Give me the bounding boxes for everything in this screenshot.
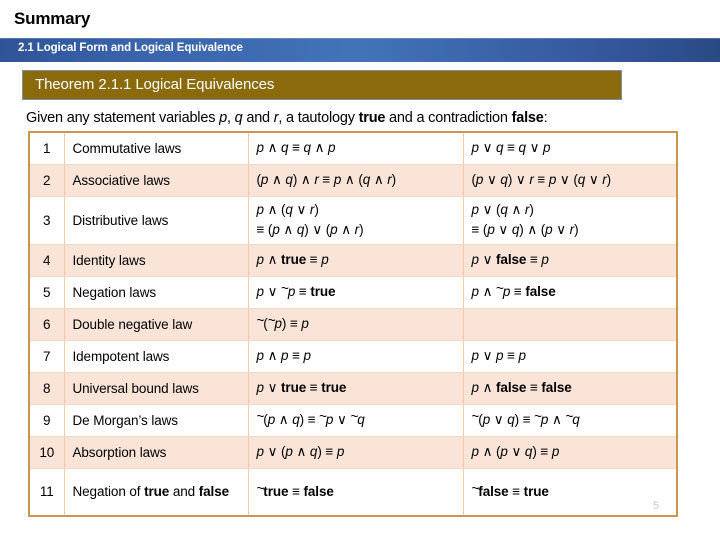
law-formula-left: (p ∧ q) ∧ r ≡ p ∧ (q ∧ r) [248,164,464,197]
law-formula-left: p ∨ (p ∧ q) ≡ p [248,436,464,469]
row-number: 3 [29,196,65,245]
law-formula-left: ~(~p) ≡ p [248,308,464,341]
law-name: Associative laws [64,164,249,197]
law-formula-right: p ∧ ~p ≡ false [463,276,677,309]
law-name: De Morgan’s laws [64,404,249,437]
intro-part-3: , a tautology [278,110,359,126]
law-formula-right: p ∧ false ≡ false [463,372,677,405]
table-row: 5 Negation laws p ∨ ~p ≡ true p ∧ ~p ≡ fals… [29,276,677,309]
law-formula-left: p ∧ true ≡ p [248,244,464,277]
table-row: 1 Commutative laws p ∧ q ≡ q ∧ pp ∨ q ≡ q … [29,132,677,165]
law-formula-right: p ∨ (q ∧ r) ≡ (p ∨ q) ∧ (p ∨ r) [463,196,677,245]
law-formula-right: ~(p ∨ q) ≡ ~p ∧ ~q [463,404,677,437]
law-formula-left: ~(p ∧ q) ≡ ~p ∨ ~q [248,404,464,437]
intro-part-4: and a contradiction [385,110,512,126]
law-formula-left: p ∨ ~p ≡ true [248,276,464,309]
table-row: 3 Distributive laws p ∧ (q ∨ r) ≡ (p ∧ q) ∨… [29,196,677,245]
theorem-banner: Theorem 2.1.1 Logical Equivalences [22,70,622,100]
row-number: 5 [29,276,65,309]
intro-sentence: Given any statement variables p, q and r… [26,110,548,126]
law-name: Idempotent laws [64,340,249,373]
law-name: Commutative laws [64,132,249,165]
row-number: 6 [29,308,65,341]
law-formula-right [463,308,677,341]
intro-part-2: and [242,110,274,126]
law-name: Negation of true and false [64,468,249,516]
law-formula-left: p ∨ true ≡ true [248,372,464,405]
section-header-bar: 2.1 Logical Form and Logical Equivalence [0,38,720,62]
law-name: Double negative law [64,308,249,341]
law-formula-left: p ∧ q ≡ q ∧ p [248,132,464,165]
row-number: 7 [29,340,65,373]
intro-var-q: q [234,110,243,126]
law-name: Identity laws [64,244,249,277]
intro-true-keyword: true [358,110,386,126]
row-number: 8 [29,372,65,405]
theorem-banner-label: Theorem 2.1.1 Logical Equivalences [35,76,275,93]
row-number: 1 [29,132,65,165]
law-name: Negation laws [64,276,249,309]
law-formula-right: p ∨ p ≡ p [463,340,677,373]
law-formula-left: ~true ≡ false [248,468,464,516]
logical-equivalences-table: 1 Commutative laws p ∧ q ≡ q ∧ pp ∨ q ≡ q … [28,131,678,517]
law-name: Distributive laws [64,196,249,245]
page-title: Summary [14,9,91,28]
row-number: 2 [29,164,65,197]
table-row: 8 Universal bound laws p ∨ true ≡ true p ∧ … [29,372,677,405]
law-formula-left: p ∧ (q ∨ r) ≡ (p ∧ q) ∨ (p ∧ r) [248,196,464,245]
law-name: Absorption laws [64,436,249,469]
table-row: 10 Absorption laws p ∨ (p ∧ q) ≡ pp ∧ (p ∨… [29,436,677,469]
intro-false-keyword: false [511,110,544,126]
table-row: 2 Associative laws (p ∧ q) ∧ r ≡ p ∧ (q ∧ … [29,164,677,197]
row-number: 4 [29,244,65,277]
law-name: Universal bound laws [64,372,249,405]
law-formula-left: p ∧ p ≡ p [248,340,464,373]
intro-part-1: Given any statement variables [26,110,220,126]
table-row: 6 Double negative law ~(~p) ≡ p [29,308,677,341]
table-row: 4 Identity laws p ∧ true ≡ pp ∨ false ≡ p [29,244,677,277]
page-number: 5 [653,500,660,512]
law-formula-right: (p ∨ q) ∨ r ≡ p ∨ (q ∨ r) [463,164,677,197]
table-row: 9 De Morgan’s laws ~(p ∧ q) ≡ ~p ∨ ~q ~(p ∨… [29,404,677,437]
intro-part-5: : [543,110,548,126]
table-row: 7 Idempotent laws p ∧ p ≡ pp ∨ p ≡ p [29,340,677,373]
law-formula-right: p ∨ q ≡ q ∨ p [463,132,677,165]
section-header-label: 2.1 Logical Form and Logical Equivalence [18,42,243,54]
intro-sep-1: , [226,110,235,126]
row-number: 10 [29,436,65,469]
row-number: 9 [29,404,65,437]
row-number: 11 [29,468,65,516]
law-formula-right: p ∨ false ≡ p [463,244,677,277]
intro-var-p: p [219,110,227,126]
law-formula-right: ~false ≡ true [463,468,677,516]
table-row: 11 Negation of true and false ~true ≡ fals… [29,468,677,516]
law-formula-right: p ∧ (p ∨ q) ≡ p [463,436,677,469]
